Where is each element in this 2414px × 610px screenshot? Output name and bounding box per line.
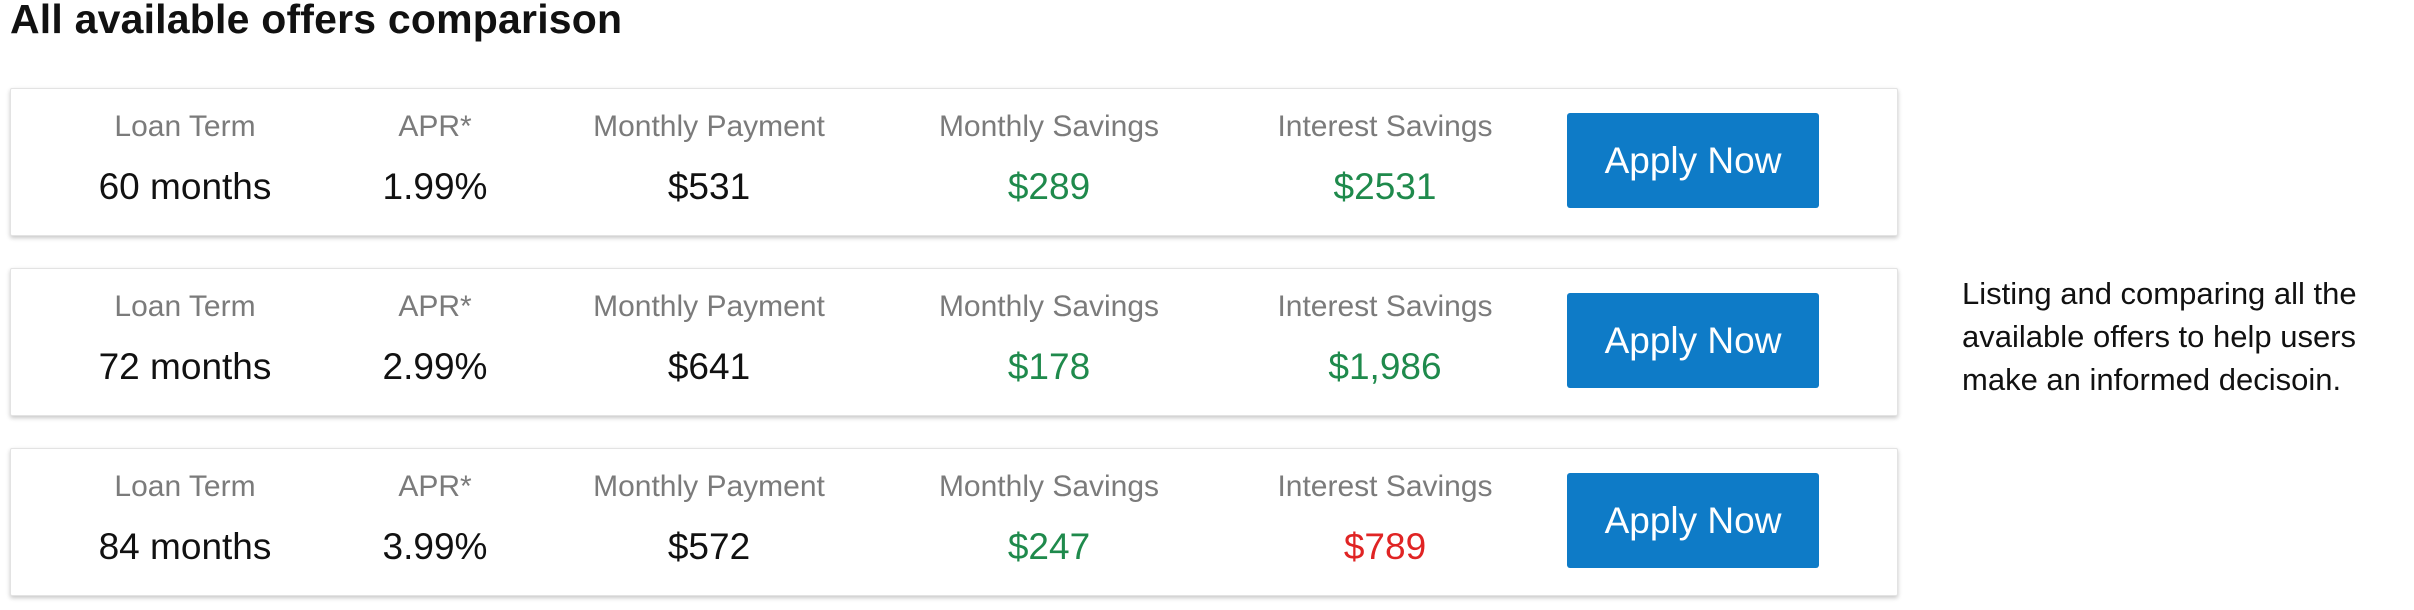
monthly-savings-value: $178 xyxy=(1007,346,1091,387)
interest-savings-value: $2531 xyxy=(1333,166,1437,207)
apr-value: 1.99% xyxy=(382,166,488,207)
interest-savings-value: $789 xyxy=(1343,526,1427,567)
interest-savings-value: $1,986 xyxy=(1328,346,1442,387)
monthly-savings-label: Monthly Savings xyxy=(938,110,1160,143)
offer-card: Loan Term 84 months APR* 3.99% Monthly P… xyxy=(10,448,1898,596)
apply-now-button[interactable]: Apply Now xyxy=(1567,293,1819,388)
monthly-payment-label: Monthly Payment xyxy=(593,290,825,323)
page-title: All available offers comparison xyxy=(10,0,623,42)
apr-value: 2.99% xyxy=(382,346,488,387)
monthly-savings-value: $289 xyxy=(1007,166,1091,207)
offer-card: Loan Term 72 months APR* 2.99% Monthly P… xyxy=(10,268,1898,416)
interest-savings-label: Interest Savings xyxy=(1277,470,1493,503)
monthly-payment-value: $572 xyxy=(667,526,751,567)
monthly-savings-label: Monthly Savings xyxy=(938,290,1160,323)
apply-now-button[interactable]: Apply Now xyxy=(1567,473,1819,568)
apr-label: APR* xyxy=(398,290,472,323)
offer-card: Loan Term 60 months APR* 1.99% Monthly P… xyxy=(10,88,1898,236)
monthly-savings-value: $247 xyxy=(1007,526,1091,567)
side-note-line: available offers to help users xyxy=(1962,319,2357,354)
apr-label: APR* xyxy=(398,470,472,503)
side-note-line: Listing and comparing all the xyxy=(1962,276,2357,311)
apr-value: 3.99% xyxy=(382,526,488,567)
monthly-payment-label: Monthly Payment xyxy=(593,470,825,503)
monthly-payment-value: $641 xyxy=(667,346,751,387)
apr-label: APR* xyxy=(398,110,472,143)
monthly-payment-label: Monthly Payment xyxy=(593,110,825,143)
interest-savings-label: Interest Savings xyxy=(1277,110,1493,143)
monthly-payment-value: $531 xyxy=(667,166,751,207)
side-note: Listing and comparing all the available … xyxy=(1962,272,2402,401)
monthly-savings-label: Monthly Savings xyxy=(938,470,1160,503)
interest-savings-label: Interest Savings xyxy=(1277,290,1493,323)
side-note-line: make an informed decisoin. xyxy=(1962,362,2342,397)
apply-now-button[interactable]: Apply Now xyxy=(1567,113,1819,208)
